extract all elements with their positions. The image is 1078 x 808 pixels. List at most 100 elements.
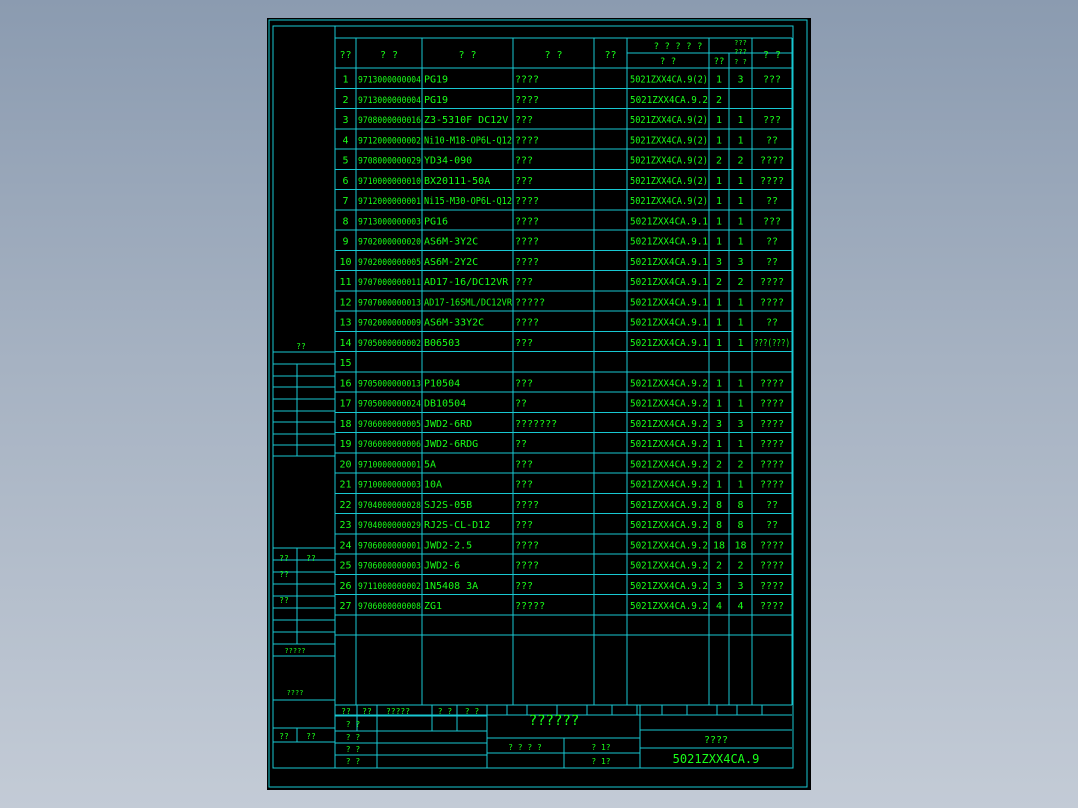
header-name: ? ?	[458, 50, 476, 61]
row-description: ????	[515, 257, 539, 268]
sign-2: ??	[362, 707, 372, 716]
row-qty-unit: 1	[716, 176, 722, 187]
row-number: 22	[339, 500, 351, 511]
header-remark: ? ?	[763, 50, 781, 61]
row-number: 9	[342, 237, 348, 248]
sign-3: ?????	[386, 707, 410, 716]
row-number: 25	[339, 561, 351, 572]
row-code: 9706000000006	[358, 440, 421, 450]
row-description: ????	[515, 237, 539, 248]
row-number: 2	[342, 95, 348, 106]
row-number: 17	[339, 399, 351, 410]
row-code: 9713000000004	[358, 76, 421, 86]
row-model: BX20111-50A	[424, 176, 490, 187]
row-code: 9706000000005	[358, 420, 421, 430]
row-code: 9711000000002	[358, 582, 421, 592]
row-code: 9710000000001	[358, 460, 421, 470]
row-drawing-no: 5021ZXX4CA.9.2	[630, 459, 708, 470]
row-model: AD17-16/DC12VR	[424, 277, 509, 288]
row-number: 12	[339, 297, 351, 308]
row-qty-unit: 1	[716, 399, 722, 410]
row-description: ???	[515, 338, 533, 349]
row-qty-total: 1	[737, 480, 743, 491]
row-model: B06503	[424, 338, 460, 349]
row-drawing-no: 5021ZXX4CA.9.2	[630, 419, 708, 430]
row-code: 9706000000008	[358, 602, 421, 612]
row-note: ????	[760, 581, 784, 592]
row-note: ??	[766, 520, 778, 531]
row-drawing-no: 5021ZXX4CA.9.2	[630, 500, 708, 511]
row-note: ??	[766, 500, 778, 511]
row-model: AD17-16SML/DC12VR	[424, 297, 513, 308]
stage-label: ? ? ? ?	[508, 743, 542, 752]
row-qty-total: 2	[737, 459, 743, 470]
row-number: 5	[342, 156, 348, 167]
header-code: ? ?	[380, 50, 398, 61]
row-description: ???	[515, 581, 533, 592]
row-qty-total: 1	[737, 115, 743, 126]
row-description: ???	[515, 459, 533, 470]
row-c: ? ?	[346, 745, 361, 754]
row-code: 9705000000024	[358, 400, 421, 410]
row-number: 24	[339, 540, 351, 551]
row-qty-unit: 2	[716, 277, 722, 288]
row-qty-unit: 2	[716, 459, 722, 470]
header-qty: ??	[604, 50, 616, 61]
row-model: JWD2-6	[424, 561, 460, 572]
left-label-a1: ??	[279, 554, 289, 563]
left-label-b: ??	[279, 570, 289, 579]
row-note: ???	[763, 216, 781, 227]
row-description: ????	[515, 561, 539, 572]
row-note: ????	[760, 277, 784, 288]
row-model: PG16	[424, 216, 448, 227]
row-qty-unit: 1	[716, 338, 722, 349]
row-code: 9710000000003	[358, 481, 421, 491]
row-model: Ni10-M18-OP6L-Q12	[424, 135, 512, 146]
row-description: ???	[515, 176, 533, 187]
row-number: 14	[339, 338, 351, 349]
left-label-f2: ??	[306, 732, 316, 741]
row-qty-unit: 2	[716, 156, 722, 167]
row-qty-total: 1	[737, 216, 743, 227]
row-model: 5A	[424, 459, 436, 470]
row-number: 21	[339, 480, 351, 491]
row-description: ???	[515, 156, 533, 167]
row-d: ? ?	[346, 757, 361, 766]
row-qty-total: 1	[737, 399, 743, 410]
row-drawing-no: 5021ZXX4CA.9.1	[630, 338, 708, 349]
row-code: 9702000000005	[358, 258, 421, 268]
row-model: JWD2-2.5	[424, 540, 472, 551]
row-note: ????	[760, 176, 784, 187]
left-label-e: ????	[287, 689, 304, 697]
row-code: 9705000000002	[358, 339, 421, 349]
row-code: 9702000000020	[358, 238, 421, 248]
row-note: ????	[760, 601, 784, 612]
row-model: DB10504	[424, 399, 466, 410]
header-total-a: ???	[734, 39, 747, 47]
row-number: 15	[339, 358, 351, 369]
row-description: ????	[515, 540, 539, 551]
row-description: ????	[515, 216, 539, 227]
left-label-c: ??	[279, 596, 289, 605]
main-title: ??????	[529, 713, 580, 729]
row-drawing-no: 5021ZXX4CA.9.1	[630, 318, 708, 329]
header-sub-b: ??	[714, 57, 725, 67]
row-qty-unit: 2	[716, 95, 722, 106]
row-model: YD34-090	[424, 156, 472, 167]
sign-4: ? ?	[438, 707, 453, 716]
row-note: ???	[763, 75, 781, 86]
row-code: 9710000000010	[358, 177, 421, 187]
row-description: ????	[515, 500, 539, 511]
row-description: ????	[515, 95, 539, 106]
row-description: ??	[515, 439, 527, 450]
row-qty-unit: 1	[716, 115, 722, 126]
row-qty-total: 2	[737, 156, 743, 167]
row-number: 10	[339, 257, 351, 268]
row-qty-total: 8	[737, 500, 743, 511]
row-qty-unit: 1	[716, 216, 722, 227]
header-total-c: ? ?	[734, 58, 747, 66]
row-number: 18	[339, 419, 351, 430]
left-label-d: ?????	[284, 647, 305, 655]
row-code: 9702000000009	[358, 319, 421, 329]
row-qty-total: 1	[737, 439, 743, 450]
